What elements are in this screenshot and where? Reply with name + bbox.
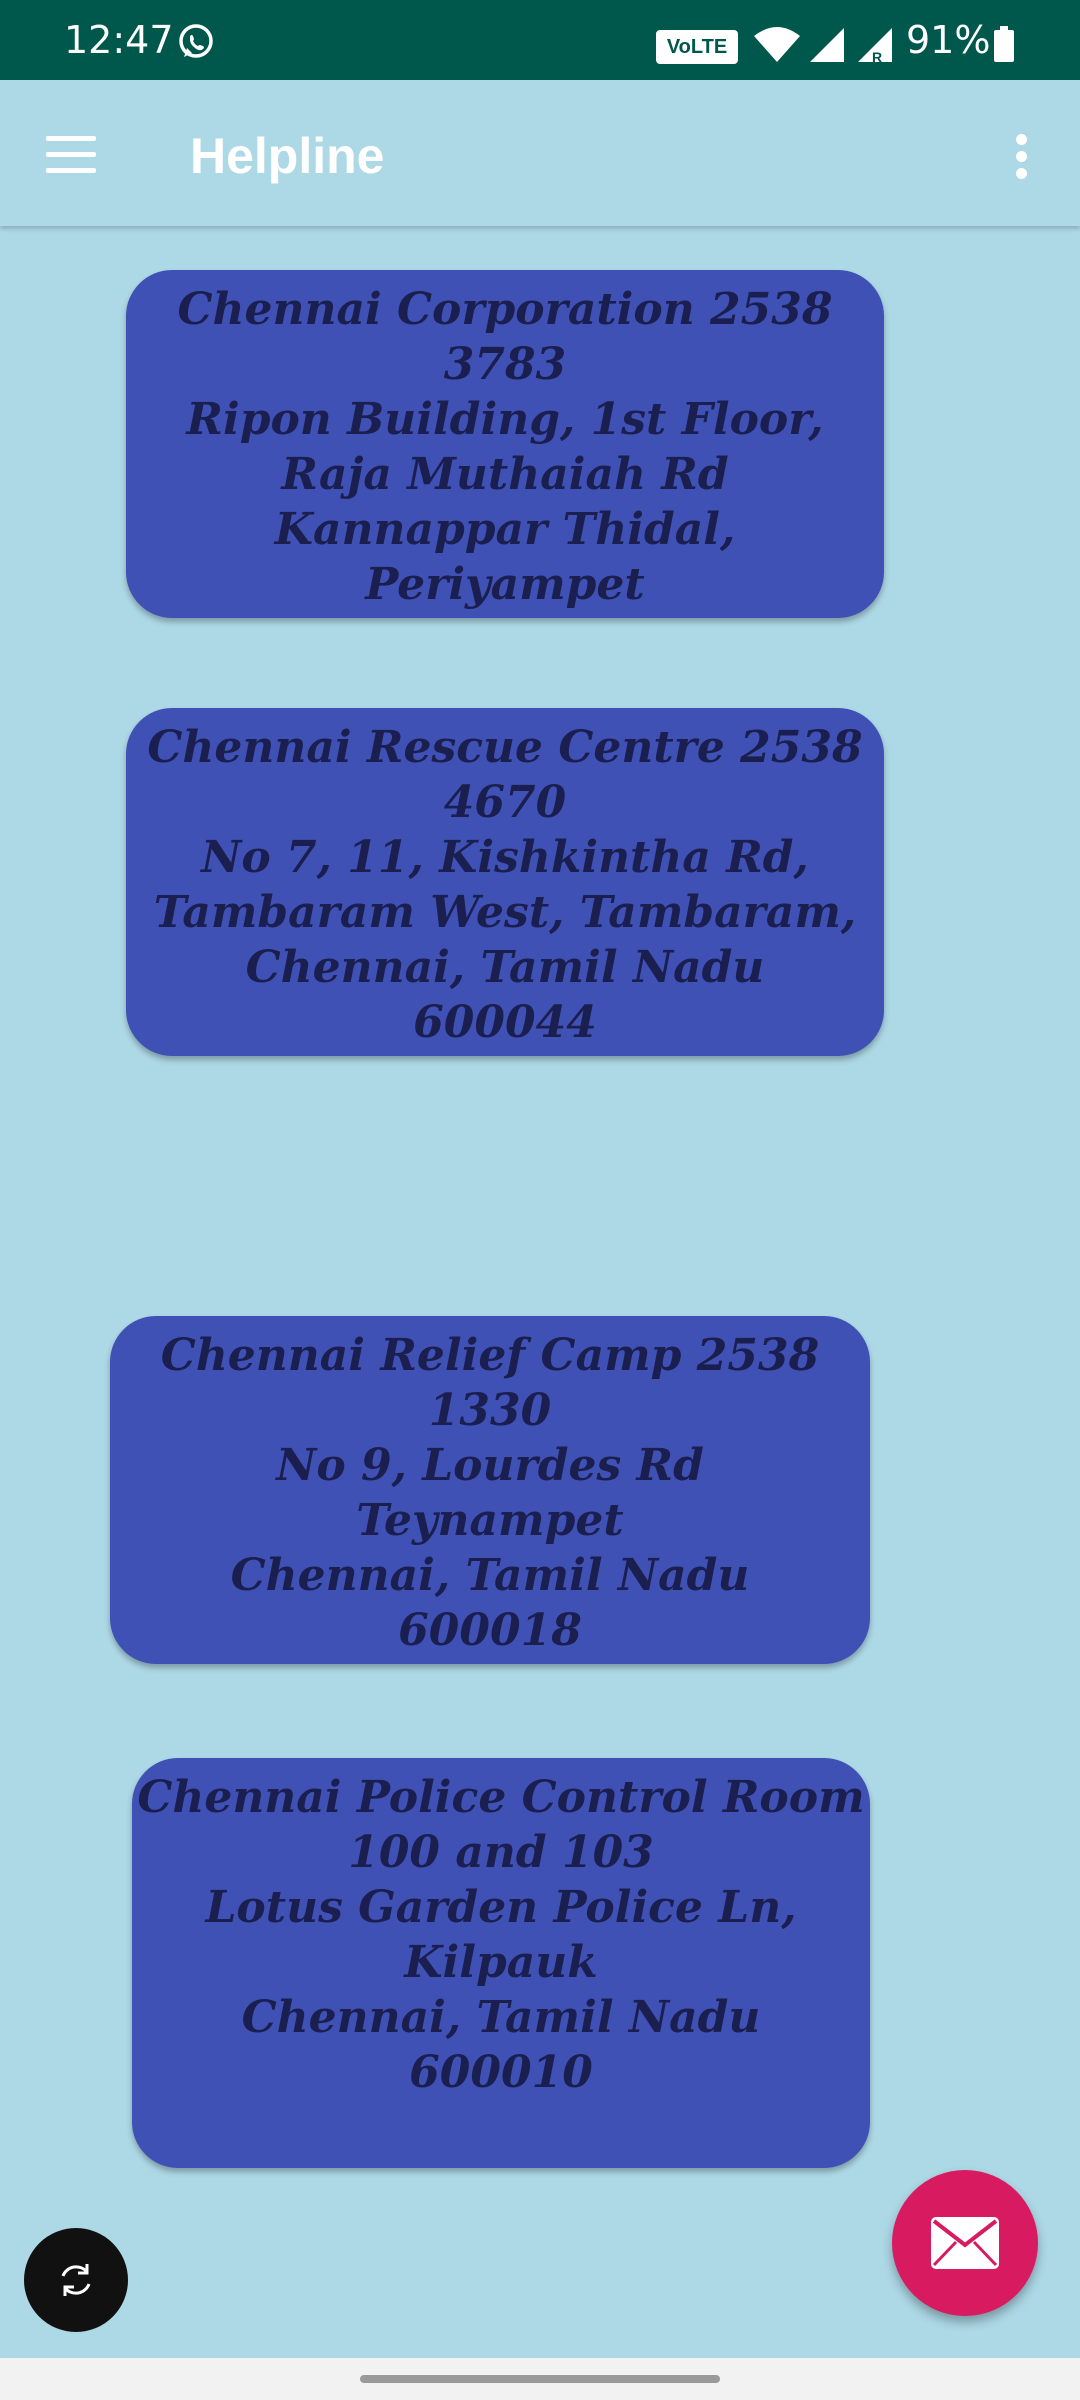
card-line: Tambaram West, Tambaram, bbox=[153, 887, 857, 938]
card-line: Chennai, Tamil Nadu bbox=[245, 942, 765, 993]
card-line: Ripon Building, 1st Floor, bbox=[186, 394, 824, 445]
card-line: Raja Muthaiah Rd bbox=[281, 449, 729, 500]
helpline-card-chennai-rescue-centre[interactable]: Chennai Rescue Centre 2538 4670 No 7, 11… bbox=[126, 708, 884, 1056]
card-line: No 7, 11, Kishkintha Rd, bbox=[201, 832, 809, 883]
home-gesture-handle[interactable] bbox=[360, 2375, 720, 2383]
helpline-card-chennai-corporation[interactable]: Chennai Corporation 2538 3783 Ripon Buil… bbox=[126, 270, 884, 618]
card-line: Teynampet bbox=[356, 1495, 624, 1546]
status-time: 12:47 bbox=[64, 18, 174, 62]
hamburger-menu-icon[interactable] bbox=[36, 124, 110, 184]
battery-percent: 91% bbox=[906, 18, 991, 62]
card-line: 600044 bbox=[413, 997, 597, 1048]
card-line: Chennai Corporation 2538 bbox=[177, 284, 833, 335]
whatsapp-icon bbox=[179, 24, 213, 58]
card-line: 600010 bbox=[409, 2047, 593, 2098]
card-line: Kannappar Thidal, bbox=[274, 504, 736, 555]
status-bar: 12:47 VoLTE R 91% bbox=[0, 0, 1080, 80]
more-vert-icon[interactable] bbox=[1000, 124, 1044, 188]
card-line: Chennai Police Control Room bbox=[137, 1772, 865, 1823]
signal-icon bbox=[810, 28, 844, 62]
card-line: Chennai Relief Camp 2538 1330 bbox=[160, 1330, 820, 1436]
navigation-bar bbox=[0, 2358, 1080, 2400]
wifi-icon bbox=[754, 27, 800, 62]
card-line: Periyampet bbox=[365, 559, 645, 610]
helpline-card-chennai-relief-camp[interactable]: Chennai Relief Camp 2538 1330 No 9, Lour… bbox=[110, 1316, 870, 1664]
helpline-card-chennai-police-control-room[interactable]: Chennai Police Control Room 100 and 103 … bbox=[132, 1758, 870, 2168]
card-line: 3783 bbox=[443, 339, 567, 390]
card-line: Lotus Garden Police Ln, bbox=[205, 1882, 797, 1933]
card-line: 600018 bbox=[398, 1605, 582, 1656]
refresh-button[interactable] bbox=[24, 2228, 128, 2332]
svg-text:R: R bbox=[872, 49, 882, 64]
mail-icon bbox=[931, 2217, 999, 2269]
signal-roaming-icon: R bbox=[858, 28, 892, 64]
email-fab-button[interactable] bbox=[892, 2170, 1038, 2316]
card-line: Kilpauk bbox=[404, 1937, 598, 1988]
volte-badge: VoLTE bbox=[656, 30, 738, 64]
card-line: 4670 bbox=[443, 777, 567, 828]
card-line: No 9, Lourdes Rd bbox=[276, 1440, 704, 1491]
card-line: Chennai, Tamil Nadu bbox=[230, 1550, 750, 1601]
card-line: Chennai, Tamil Nadu bbox=[241, 1992, 761, 2043]
refresh-icon bbox=[61, 2264, 91, 2296]
card-line: Chennai Rescue Centre 2538 bbox=[147, 722, 863, 773]
card-line: 100 and 103 bbox=[348, 1827, 654, 1878]
app-bar: Helpline bbox=[0, 80, 1080, 226]
page-title: Helpline bbox=[190, 128, 385, 184]
battery-icon bbox=[994, 26, 1014, 62]
